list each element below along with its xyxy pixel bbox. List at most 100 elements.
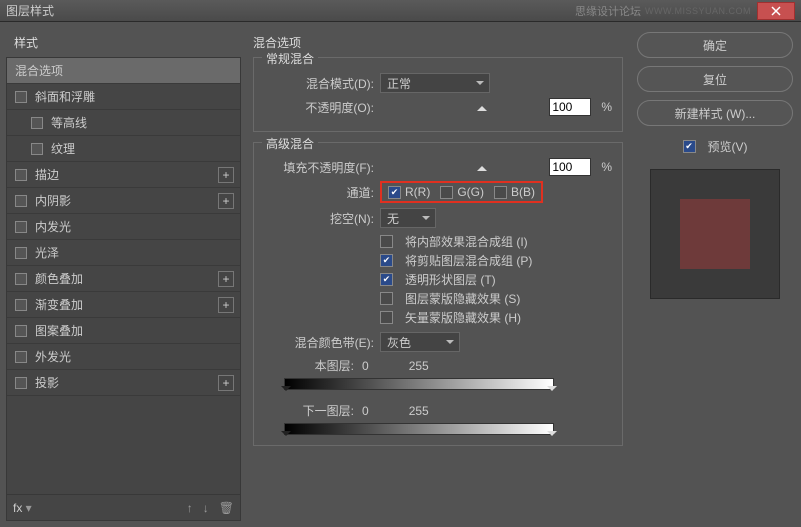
- opt-blend-interior-checkbox[interactable]: [380, 235, 393, 248]
- section-title: 混合选项: [253, 34, 623, 51]
- underlying-layer-label: 下一图层:: [264, 402, 354, 419]
- sidebar-item-stroke[interactable]: 描边 +: [7, 162, 240, 188]
- checkbox[interactable]: [15, 91, 27, 103]
- underlying-gradient[interactable]: [284, 423, 554, 435]
- sidebar-item-label: 内阴影: [35, 192, 71, 209]
- channel-b-checkbox[interactable]: [494, 186, 507, 199]
- right-panel: 确定 复位 新建样式 (W)... 预览(V): [635, 28, 795, 521]
- underlying-v0: 0: [362, 404, 369, 418]
- checkbox[interactable]: [15, 169, 27, 181]
- opacity-slider[interactable]: [380, 105, 543, 109]
- cancel-button[interactable]: 复位: [637, 66, 793, 92]
- sidebar-item-label: 外发光: [35, 348, 71, 365]
- preview-checkbox[interactable]: [683, 140, 696, 153]
- checkbox[interactable]: [15, 273, 27, 285]
- opt-layer-mask-hides-checkbox[interactable]: [380, 292, 393, 305]
- sidebar-item-label: 颜色叠加: [35, 270, 83, 287]
- channels-label: 通道:: [264, 184, 374, 201]
- this-layer-row: 本图层: 0 255: [264, 357, 612, 374]
- sidebar-item-pattern-overlay[interactable]: 图案叠加: [7, 318, 240, 344]
- fill-opacity-label: 填充不透明度(F):: [264, 159, 374, 176]
- center-panel: 混合选项 常规混合 混合模式(D): 正常 不透明度(O): % 高级混合 填充…: [245, 28, 631, 521]
- percent-label: %: [601, 160, 612, 174]
- slider-handle-icon[interactable]: [281, 431, 291, 441]
- checkbox[interactable]: [15, 195, 27, 207]
- opt-blend-clipped-checkbox[interactable]: [380, 254, 393, 267]
- underlying-v1: 255: [409, 404, 429, 418]
- checkbox[interactable]: [31, 117, 43, 129]
- sidebar-item-label: 混合选项: [15, 62, 63, 79]
- move-up-icon[interactable]: ↑: [187, 501, 193, 515]
- channel-r-checkbox[interactable]: [388, 186, 401, 199]
- checkbox[interactable]: [15, 299, 27, 311]
- this-layer-v1: 255: [409, 359, 429, 373]
- sidebar-item-inner-glow[interactable]: 内发光: [7, 214, 240, 240]
- underlying-layer-row: 下一图层: 0 255: [264, 402, 612, 419]
- sidebar-item-inner-shadow[interactable]: 内阴影 +: [7, 188, 240, 214]
- checkbox[interactable]: [31, 143, 43, 155]
- sidebar-item-label: 斜面和浮雕: [35, 88, 95, 105]
- advanced-blending-group: 高级混合 填充不透明度(F): % 通道: R(R) G(G) B(B) 挖空(…: [253, 142, 623, 446]
- slider-thumb-icon[interactable]: [477, 161, 487, 171]
- titlebar: 图层样式 思缘设计论坛 WWW.MISSYUAN.COM: [0, 0, 801, 22]
- new-style-button[interactable]: 新建样式 (W)...: [637, 100, 793, 126]
- this-layer-gradient[interactable]: [284, 378, 554, 390]
- slider-handle-icon[interactable]: [547, 386, 557, 396]
- sidebar-item-color-overlay[interactable]: 颜色叠加 +: [7, 266, 240, 292]
- fx-menu-icon[interactable]: fx ▾: [13, 501, 32, 515]
- close-icon: [771, 6, 781, 16]
- sidebar-item-blend-options[interactable]: 混合选项: [7, 58, 240, 84]
- opt-transparency-shapes-checkbox[interactable]: [380, 273, 393, 286]
- sidebar-item-label: 图案叠加: [35, 322, 83, 339]
- checkbox[interactable]: [15, 377, 27, 389]
- sidebar-item-drop-shadow[interactable]: 投影 +: [7, 370, 240, 396]
- preview-toggle[interactable]: 预览(V): [637, 138, 793, 155]
- sidebar-item-label: 描边: [35, 166, 59, 183]
- advanced-options: 将内部效果混合成组 (I) 将剪贴图层混合成组 (P) 透明形状图层 (T) 图…: [380, 233, 612, 326]
- ok-button[interactable]: 确定: [637, 32, 793, 58]
- channel-g-checkbox[interactable]: [440, 186, 453, 199]
- add-icon[interactable]: +: [218, 297, 234, 313]
- sidebar-item-outer-glow[interactable]: 外发光: [7, 344, 240, 370]
- sidebar-item-label: 渐变叠加: [35, 296, 83, 313]
- add-icon[interactable]: +: [218, 193, 234, 209]
- checkbox[interactable]: [15, 247, 27, 259]
- sidebar-footer: fx ▾ ↑ ↓ 🗑: [6, 495, 241, 521]
- sidebar-item-texture[interactable]: 纹理: [7, 136, 240, 162]
- sidebar-item-label: 投影: [35, 374, 59, 391]
- fieldset-legend: 高级混合: [262, 135, 318, 152]
- slider-handle-icon[interactable]: [281, 386, 291, 396]
- move-down-icon[interactable]: ↓: [203, 501, 209, 515]
- opt-vector-mask-hides-checkbox[interactable]: [380, 311, 393, 324]
- add-icon[interactable]: +: [218, 271, 234, 287]
- preview-label: 预览(V): [708, 138, 748, 155]
- this-layer-v0: 0: [362, 359, 369, 373]
- close-button[interactable]: [757, 2, 795, 20]
- sidebar-item-label: 纹理: [51, 140, 75, 157]
- slider-handle-icon[interactable]: [547, 431, 557, 441]
- sidebar-item-satin[interactable]: 光泽: [7, 240, 240, 266]
- checkbox[interactable]: [15, 325, 27, 337]
- add-icon[interactable]: +: [218, 167, 234, 183]
- sidebar-item-contour[interactable]: 等高线: [7, 110, 240, 136]
- sidebar-item-bevel[interactable]: 斜面和浮雕: [7, 84, 240, 110]
- blend-if-select[interactable]: 灰色: [380, 332, 460, 352]
- fill-opacity-slider[interactable]: [380, 165, 543, 169]
- opacity-label: 不透明度(O):: [264, 99, 374, 116]
- slider-thumb-icon[interactable]: [477, 101, 487, 111]
- trash-icon[interactable]: 🗑: [219, 501, 234, 515]
- fill-opacity-input[interactable]: [549, 158, 591, 176]
- preview-box: [650, 169, 780, 299]
- blend-if-label: 混合颜色带(E):: [264, 334, 374, 351]
- opacity-input[interactable]: [549, 98, 591, 116]
- preview-swatch: [680, 199, 750, 269]
- style-list: 混合选项 斜面和浮雕 等高线 纹理 描边+ 内阴影+ 内发光 光泽 颜色叠加+ …: [6, 57, 241, 495]
- blend-mode-select[interactable]: 正常: [380, 73, 490, 93]
- checkbox[interactable]: [15, 351, 27, 363]
- sidebar-item-gradient-overlay[interactable]: 渐变叠加 +: [7, 292, 240, 318]
- fieldset-legend: 常规混合: [262, 50, 318, 67]
- checkbox[interactable]: [15, 221, 27, 233]
- general-blending-group: 常规混合 混合模式(D): 正常 不透明度(O): %: [253, 57, 623, 132]
- knockout-select[interactable]: 无: [380, 208, 436, 228]
- add-icon[interactable]: +: [218, 375, 234, 391]
